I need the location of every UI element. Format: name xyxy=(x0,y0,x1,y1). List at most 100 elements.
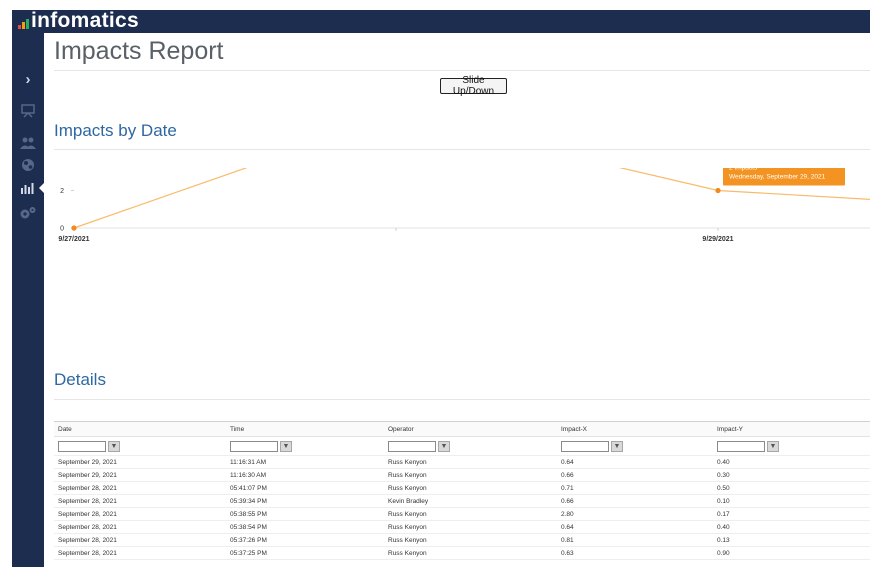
cell-impact-x: 0.64 xyxy=(557,520,713,534)
filter-cell-operator: ▼ xyxy=(384,436,557,456)
filter-cell-date: ▼ xyxy=(54,436,226,456)
cell-operator: Russ Kenyon xyxy=(384,455,557,469)
cell-date: September 28, 2021 xyxy=(54,481,226,495)
brand-logo[interactable]: infomatics xyxy=(18,9,139,33)
cell-date: September 28, 2021 xyxy=(54,520,226,534)
cell-time: 05:38:54 PM xyxy=(226,520,384,534)
cell-impact-x: 0.81 xyxy=(557,533,713,547)
cell-date: September 28, 2021 xyxy=(54,546,226,560)
cell-time: 11:16:30 AM xyxy=(226,468,384,482)
table-row[interactable]: September 28, 2021 05:37:26 PM Russ Keny… xyxy=(54,533,870,547)
main-content: Impacts Report Slide Up/Down Impacts by … xyxy=(44,33,870,567)
table-row[interactable]: September 29, 2021 11:16:30 AM Russ Keny… xyxy=(54,468,870,482)
logo-bars-icon xyxy=(18,15,29,33)
filter-input-date[interactable] xyxy=(58,440,106,452)
cell-impact-y: 0.13 xyxy=(713,533,870,547)
cell-time: 05:41:07 PM xyxy=(226,481,384,495)
cell-impact-x: 0.63 xyxy=(557,546,713,560)
table-row[interactable]: September 29, 2021 11:16:31 AM Russ Keny… xyxy=(54,455,870,469)
tooltip-impacts-label: 2 Impacts xyxy=(729,168,758,172)
sidebar-item-settings[interactable] xyxy=(12,203,44,223)
cell-time: 05:39:34 PM xyxy=(226,494,384,508)
table-header-row: Date Time Operator Impact-X Impact-Y xyxy=(54,421,870,437)
chart-section-divider xyxy=(54,149,870,150)
column-header-date[interactable]: Date xyxy=(54,421,226,437)
window-left-edge xyxy=(0,0,12,567)
cell-date: September 28, 2021 xyxy=(54,533,226,547)
x-tick-label: 9/29/2021 xyxy=(702,236,733,243)
sidebar: › xyxy=(12,33,44,567)
filter-funnel-icon[interactable]: ▼ xyxy=(767,440,779,452)
top-bar xyxy=(12,10,870,33)
cell-impact-x: 0.66 xyxy=(557,494,713,508)
column-header-time[interactable]: Time xyxy=(226,421,384,437)
details-section-divider xyxy=(54,399,870,400)
table-filter-row: ▼ ▼ ▼ ▼ ▼ xyxy=(54,436,870,456)
table-row[interactable]: September 28, 2021 05:37:25 PM Russ Keny… xyxy=(54,546,870,560)
impacts-chart: 024689/27/20219/29/20216 ImpactsTuesday,… xyxy=(58,168,870,243)
cell-impact-y: 0.40 xyxy=(713,520,870,534)
cell-time: 05:37:26 PM xyxy=(226,533,384,547)
column-header-impact-x[interactable]: Impact-X xyxy=(557,421,713,437)
cell-impact-y: 0.50 xyxy=(713,481,870,495)
brand-name: infomatics xyxy=(31,9,140,32)
details-table: Date Time Operator Impact-X Impact-Y ▼ ▼… xyxy=(54,421,870,560)
sidebar-item-reports[interactable] xyxy=(12,178,44,198)
sidebar-item-presentation[interactable] xyxy=(12,101,44,121)
table-row[interactable]: September 28, 2021 05:41:07 PM Russ Keny… xyxy=(54,481,870,495)
cell-impact-x: 0.66 xyxy=(557,468,713,482)
filter-cell-impact-y: ▼ xyxy=(713,436,870,456)
presentation-icon xyxy=(21,104,35,118)
column-header-impact-y[interactable]: Impact-Y xyxy=(713,421,870,437)
sidebar-item-globe[interactable] xyxy=(12,155,44,175)
reports-chart-icon xyxy=(21,183,34,194)
gears-icon xyxy=(20,207,36,219)
cell-date: September 28, 2021 xyxy=(54,507,226,521)
y-tick-label: 2 xyxy=(60,188,64,195)
filter-funnel-icon[interactable]: ▼ xyxy=(280,440,292,452)
filter-input-time[interactable] xyxy=(230,440,278,452)
data-point xyxy=(715,187,721,194)
details-section-title: Details xyxy=(54,370,106,389)
filter-funnel-icon[interactable]: ▼ xyxy=(611,440,623,452)
cell-operator: Kevin Bradley xyxy=(384,494,557,508)
filter-cell-impact-x: ▼ xyxy=(557,436,713,456)
cell-time: 11:16:31 AM xyxy=(226,455,384,469)
slide-up-down-button[interactable]: Slide Up/Down xyxy=(440,75,507,97)
cell-impact-y: 0.10 xyxy=(713,494,870,508)
title-divider xyxy=(54,70,870,71)
filter-input-operator[interactable] xyxy=(388,440,436,452)
window-right-edge xyxy=(870,0,877,567)
cell-date: September 28, 2021 xyxy=(54,494,226,508)
table-row[interactable]: September 28, 2021 05:38:55 PM Russ Keny… xyxy=(54,507,870,521)
cell-operator: Russ Kenyon xyxy=(384,533,557,547)
cell-impact-y: 0.30 xyxy=(713,468,870,482)
x-tick-label: 9/27/2021 xyxy=(58,236,89,243)
filter-funnel-icon[interactable]: ▼ xyxy=(108,440,120,452)
table-row[interactable]: September 28, 2021 05:39:34 PM Kevin Bra… xyxy=(54,494,870,508)
filter-input-impact-y[interactable] xyxy=(717,440,765,452)
globe-icon xyxy=(22,159,34,171)
filter-funnel-icon[interactable]: ▼ xyxy=(438,440,450,452)
sidebar-expand-button[interactable]: › xyxy=(12,69,44,89)
chart-section-title: Impacts by Date xyxy=(54,121,177,140)
sidebar-item-users[interactable] xyxy=(12,133,44,153)
cell-impact-x: 0.64 xyxy=(557,455,713,469)
cell-operator: Russ Kenyon xyxy=(384,507,557,521)
filter-input-impact-x[interactable] xyxy=(561,440,609,452)
cell-time: 05:38:55 PM xyxy=(226,507,384,521)
cell-time: 05:37:25 PM xyxy=(226,546,384,560)
cell-operator: Russ Kenyon xyxy=(384,481,557,495)
filter-cell-time: ▼ xyxy=(226,436,384,456)
column-header-operator[interactable]: Operator xyxy=(384,421,557,437)
cell-date: September 29, 2021 xyxy=(54,468,226,482)
table-row[interactable]: September 28, 2021 05:38:54 PM Russ Keny… xyxy=(54,520,870,534)
cell-impact-x: 2.80 xyxy=(557,507,713,521)
cell-impact-y: 0.90 xyxy=(713,546,870,560)
chevron-right-icon: › xyxy=(25,70,31,88)
cell-impact-x: 0.71 xyxy=(557,481,713,495)
page-title: Impacts Report xyxy=(54,37,224,65)
cell-operator: Russ Kenyon xyxy=(384,520,557,534)
users-icon xyxy=(20,137,36,149)
data-point xyxy=(71,225,77,231)
